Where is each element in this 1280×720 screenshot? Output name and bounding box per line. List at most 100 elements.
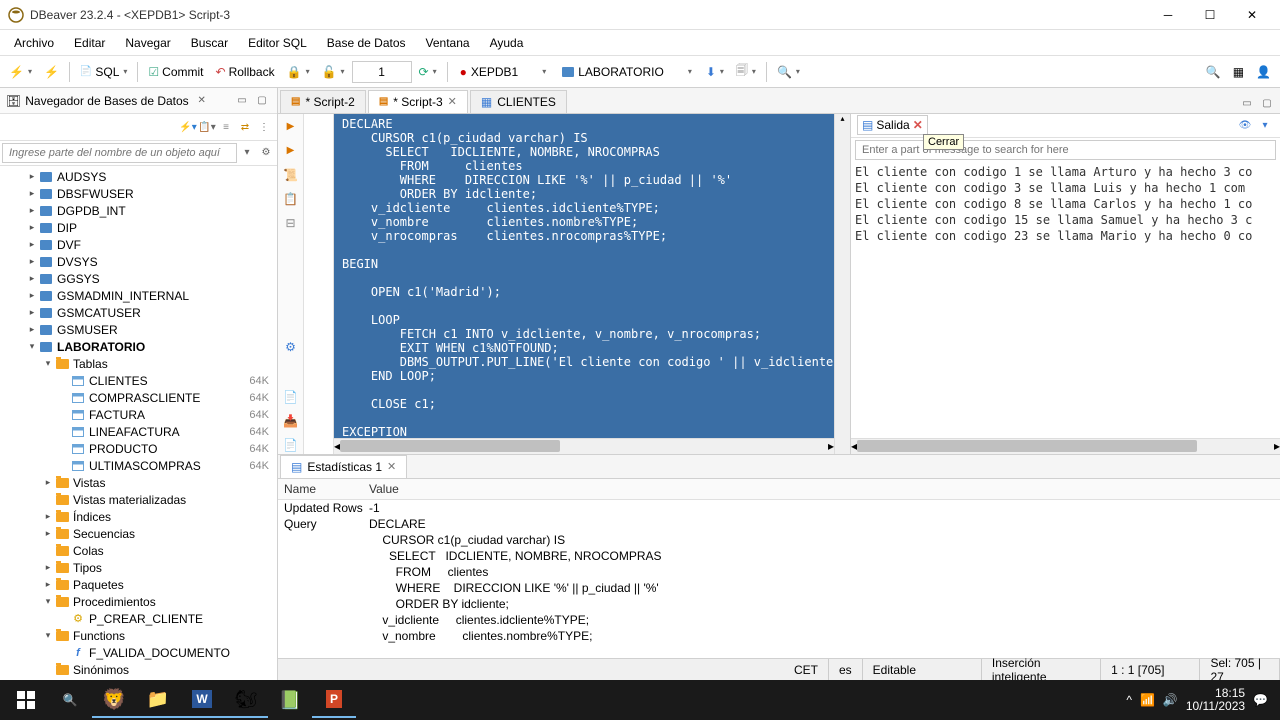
stop-button[interactable]: ⊟: [282, 214, 300, 232]
link-icon[interactable]: ⇄: [236, 118, 254, 136]
tray-chevron-icon[interactable]: ^: [1126, 693, 1132, 707]
max-icon[interactable]: ▢: [1258, 95, 1276, 113]
tree-item[interactable]: ▸Paquetes: [0, 576, 277, 593]
tree-item[interactable]: ▸DIP: [0, 219, 277, 236]
dbeaver-taskbar-button[interactable]: 🐿: [224, 682, 268, 718]
start-button[interactable]: [4, 682, 48, 718]
search-button[interactable]: 🔍: [1201, 62, 1226, 82]
tree-item[interactable]: ▸DGPDB_INT: [0, 202, 277, 219]
tree-item[interactable]: Sinónimos: [0, 661, 277, 678]
tree-item[interactable]: PRODUCTO64K: [0, 440, 277, 457]
navigator-close[interactable]: ✕: [193, 92, 211, 110]
tree-item[interactable]: COMPRASCLIENTE64K: [0, 389, 277, 406]
word-button[interactable]: W: [180, 682, 224, 718]
perspective-button[interactable]: ▦: [1228, 62, 1249, 82]
tree-item[interactable]: ▸GSMADMIN_INTERNAL: [0, 287, 277, 304]
editor-tab[interactable]: ▤* Script-3✕: [368, 90, 468, 113]
navigator-search-input[interactable]: [2, 143, 237, 163]
commit-button[interactable]: ☑Commit: [143, 62, 208, 82]
output-search-input[interactable]: [855, 140, 1276, 160]
import-button[interactable]: 📥: [282, 412, 300, 430]
editor-tab[interactable]: ▤* Script-2: [280, 90, 366, 113]
auto-button[interactable]: 🔓▾: [317, 62, 350, 82]
menu-ventana[interactable]: Ventana: [416, 32, 480, 54]
fetch-size-input[interactable]: [352, 61, 412, 83]
tray-wifi-icon[interactable]: 📶: [1140, 693, 1155, 707]
menu-navegar[interactable]: Navegar: [115, 32, 180, 54]
filter-settings-icon[interactable]: ⚙: [257, 143, 275, 161]
tree-item[interactable]: Vistas materializadas: [0, 491, 277, 508]
stats-tab[interactable]: ▤Estadísticas 1✕: [280, 455, 407, 478]
brave-button[interactable]: 🦁: [92, 682, 136, 718]
tree-item[interactable]: ▸DVF: [0, 236, 277, 253]
tree-item[interactable]: ▾Procedimientos: [0, 593, 277, 610]
powerpoint-button[interactable]: P: [312, 682, 356, 718]
rollback-button[interactable]: ↶Rollback: [211, 62, 280, 82]
tree-item[interactable]: ▸GSMUSER: [0, 321, 277, 338]
save-button[interactable]: 📄: [282, 436, 300, 454]
tree-item[interactable]: ▸Tipos: [0, 559, 277, 576]
navigator-tree[interactable]: ▸AUDSYS▸DBSFWUSER▸DGPDB_INT▸DIP▸DVF▸DVSY…: [0, 166, 277, 680]
filter-icon[interactable]: ▾: [238, 143, 256, 161]
tree-item[interactable]: ▾Functions: [0, 627, 277, 644]
explorer-button[interactable]: 📁: [136, 682, 180, 718]
tree-item[interactable]: ▸DBSFWUSER: [0, 185, 277, 202]
sql-editor[interactable]: DECLARE CURSOR c1(p_ciudad varchar) IS S…: [334, 114, 834, 438]
execute-new-tab-button[interactable]: ▶: [282, 142, 300, 160]
min-icon[interactable]: ▭: [233, 92, 251, 110]
tree-item[interactable]: LINEAFACTURA64K: [0, 423, 277, 440]
tray-sound-icon[interactable]: 🔊: [1163, 693, 1178, 707]
tx-mode-button[interactable]: 🔒▾: [282, 62, 315, 82]
schema-selector[interactable]: LABORATORIO▾: [555, 62, 699, 82]
menu-editor sql[interactable]: Editor SQL: [238, 32, 317, 54]
menu-buscar[interactable]: Buscar: [181, 32, 238, 54]
editor-hscroll[interactable]: ◂▸: [334, 438, 834, 454]
output-eye-icon[interactable]: 👁: [1236, 116, 1254, 134]
min-icon[interactable]: ▭: [1238, 95, 1256, 113]
maximize-button[interactable]: ☐: [1190, 2, 1230, 28]
tree-item[interactable]: ▸GSMCATUSER: [0, 304, 277, 321]
tree-item[interactable]: FACTURA64K: [0, 406, 277, 423]
dropdown-button-1[interactable]: ⬇▾: [701, 62, 729, 82]
new-folder-icon[interactable]: 📋▾: [198, 118, 216, 136]
max-icon[interactable]: ▢: [253, 92, 271, 110]
taskbar-clock[interactable]: 18:15 10/11/2023: [1186, 687, 1245, 713]
menu-icon[interactable]: ⋮: [255, 118, 273, 136]
output-hscroll[interactable]: ◂▸: [851, 438, 1280, 454]
tree-item[interactable]: ▾LABORATORIO: [0, 338, 277, 355]
tree-item[interactable]: ▸GGSYS: [0, 270, 277, 287]
tree-item[interactable]: Colas: [0, 542, 277, 559]
connection-selector[interactable]: ●XEPDB1▾: [453, 62, 554, 82]
menu-base de datos[interactable]: Base de Datos: [317, 32, 416, 54]
stats-tab-close[interactable]: ✕: [387, 460, 396, 473]
new-sql-button[interactable]: ⚡: [39, 62, 64, 82]
menu-archivo[interactable]: Archivo: [4, 32, 64, 54]
tree-item[interactable]: ▸Índices: [0, 508, 277, 525]
tab-close[interactable]: ✕: [448, 95, 457, 108]
menu-editar[interactable]: Editar: [64, 32, 115, 54]
collapse-icon[interactable]: ≡: [217, 118, 235, 136]
tree-item[interactable]: ▸DVSYS: [0, 253, 277, 270]
tree-item[interactable]: ⚙P_CREAR_CLIENTE: [0, 610, 277, 627]
dropdown-button-2[interactable]: 🗐▾: [731, 58, 761, 85]
minimize-button[interactable]: ─: [1148, 2, 1188, 28]
user-button[interactable]: 👤: [1251, 62, 1276, 82]
output-close-button[interactable]: ✕: [913, 118, 923, 132]
output-dropdown-icon[interactable]: ▾: [1256, 116, 1274, 134]
tray-notifications-icon[interactable]: 💬: [1253, 693, 1268, 707]
refresh-button[interactable]: ⟳▾: [414, 62, 442, 82]
sql-editor-button[interactable]: 📄SQL▾: [75, 62, 132, 82]
tree-item[interactable]: ▸Secuencias: [0, 525, 277, 542]
editor-vscroll[interactable]: ▴: [834, 114, 850, 454]
tree-item[interactable]: CLIENTES64K: [0, 372, 277, 389]
tree-item[interactable]: ▸AUDSYS: [0, 168, 277, 185]
app-button-1[interactable]: 📗: [268, 682, 312, 718]
search-dropdown[interactable]: 🔍▾: [772, 62, 805, 82]
tree-item[interactable]: ▾Tablas: [0, 355, 277, 372]
menu-ayuda[interactable]: Ayuda: [480, 32, 534, 54]
editor-tab[interactable]: ▦CLIENTES: [470, 90, 567, 113]
export-button[interactable]: 📄: [282, 388, 300, 406]
settings-icon[interactable]: ⚙: [282, 338, 300, 356]
tree-item[interactable]: ULTIMASCOMPRAS64K: [0, 457, 277, 474]
tree-item[interactable]: fF_VALIDA_DOCUMENTO: [0, 644, 277, 661]
